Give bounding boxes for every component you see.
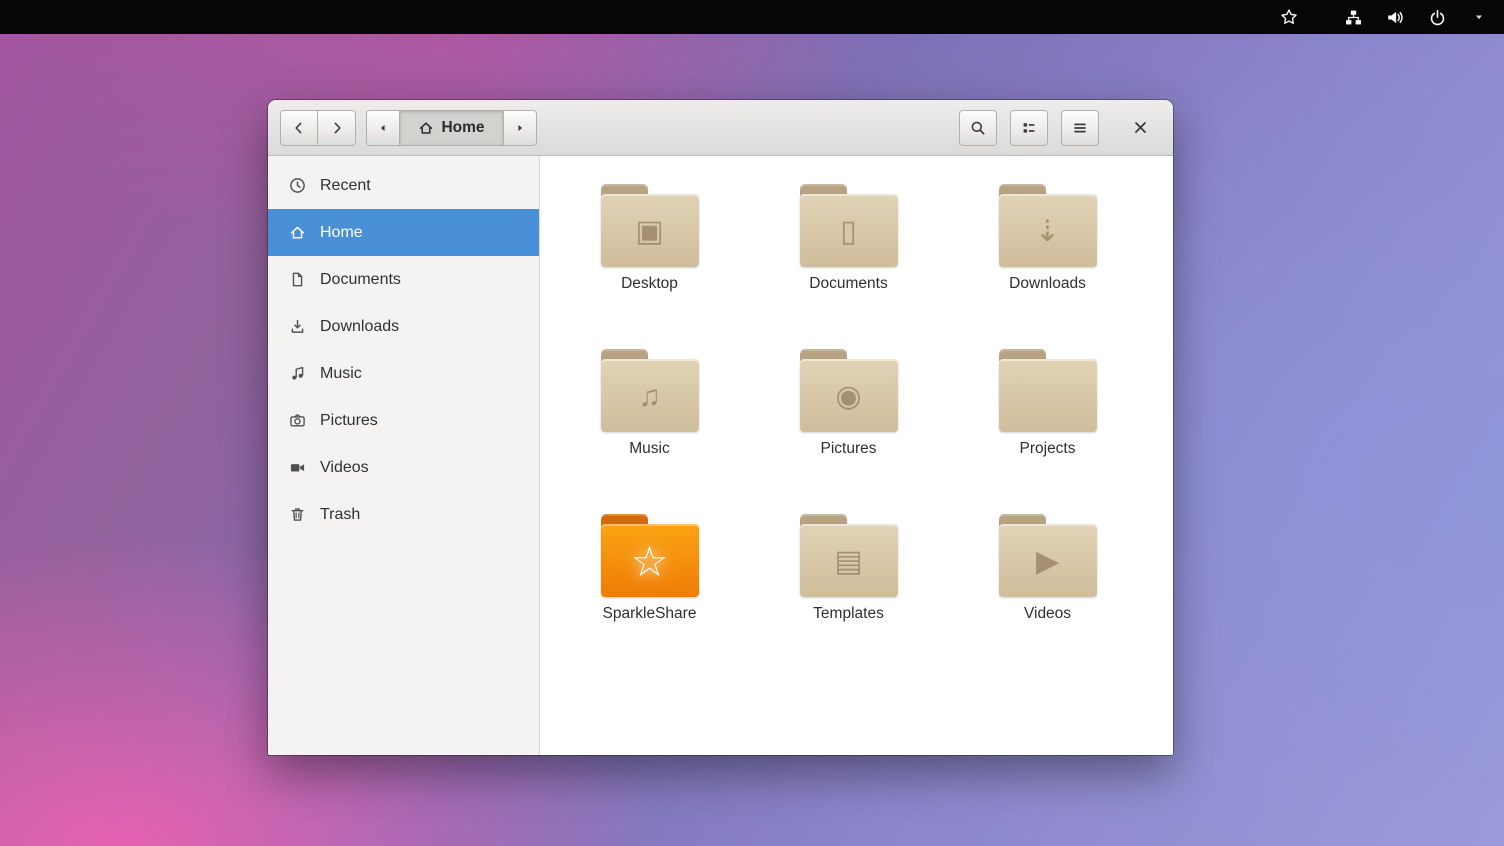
trash-icon [289,506,306,523]
sidebar-item-recent[interactable]: Recent [268,162,539,209]
folder-pictures[interactable]: ◉ Pictures [749,349,948,514]
desktop-wallpaper: Home [0,34,1504,846]
document-emblem-icon: ▯ [797,200,901,264]
forward-button[interactable] [318,110,356,146]
folder-label: Pictures [821,440,877,458]
folder-label: Desktop [621,275,678,293]
search-button[interactable] [959,110,997,146]
folder-label: Projects [1020,440,1076,458]
folder-icon: ▶ [996,514,1100,598]
sidebar-item-videos[interactable]: Videos [268,444,539,491]
folder-icon-orange: ☆ [598,514,702,598]
download-icon [289,318,306,335]
template-emblem-icon: ▤ [797,530,901,594]
sidebar-item-label: Videos [320,459,369,477]
sidebar-item-label: Documents [320,271,401,289]
music-emblem-icon: ♫ [598,365,702,429]
chevron-down-icon[interactable] [1470,8,1488,26]
folder-music[interactable]: ♫ Music [550,349,749,514]
menu-button[interactable] [1061,110,1099,146]
sidebar-item-pictures[interactable]: Pictures [268,397,539,444]
path-scroll-left-button[interactable] [366,110,400,146]
home-icon [289,224,306,241]
folder-label: Templates [813,605,884,623]
folder-templates[interactable]: ▤ Templates [749,514,948,679]
folder-projects[interactable]: Projects [948,349,1147,514]
folder-icon: ▯ [797,184,901,268]
folder-desktop[interactable]: ▣ Desktop [550,184,749,349]
path-current-label: Home [441,119,484,137]
music-note-icon [289,365,306,382]
path-scroll-right-button[interactable] [504,110,537,146]
star-emblem-icon: ☆ [598,530,702,594]
sidebar-item-label: Trash [320,506,360,524]
view-list-button[interactable] [1010,110,1048,146]
no-emblem [996,365,1100,429]
path-home-button[interactable]: Home [400,110,504,146]
network-icon[interactable] [1344,8,1362,26]
folder-label: SparkleShare [603,605,697,623]
favorites-star-icon[interactable] [1280,8,1298,26]
folder-grid: ▣ Desktop ▯ Documents [550,184,1173,679]
folder-sparkleshare[interactable]: ☆ SparkleShare [550,514,749,679]
camera-icon [289,412,306,429]
home-icon [418,120,434,136]
window-headerbar: Home [268,100,1173,156]
sidebar-item-music[interactable]: Music [268,350,539,397]
nav-button-group [280,110,356,146]
folder-icon: ♫ [598,349,702,433]
camera-emblem-icon: ◉ [797,365,901,429]
download-emblem-icon: ⇣ [996,200,1100,264]
folder-downloads[interactable]: ⇣ Downloads [948,184,1147,349]
folder-documents[interactable]: ▯ Documents [749,184,948,349]
power-icon[interactable] [1428,8,1446,26]
back-button[interactable] [280,110,318,146]
sidebar-item-downloads[interactable]: Downloads [268,303,539,350]
sidebar-item-label: Home [320,224,363,242]
sidebar-item-home[interactable]: Home [268,209,539,256]
folder-label: Videos [1024,605,1071,623]
document-icon [289,271,306,288]
folder-icon: ▤ [797,514,901,598]
sidebar-item-label: Recent [320,177,371,195]
video-emblem-icon: ▶ [996,530,1100,594]
headerbar-actions [946,110,1099,146]
sidebar-item-trash[interactable]: Trash [268,491,539,538]
path-bar: Home [366,110,537,146]
folder-label: Downloads [1009,275,1086,293]
folder-label: Documents [809,275,887,293]
system-top-bar [0,0,1504,34]
volume-icon[interactable] [1386,8,1404,26]
folder-label: Music [629,440,669,458]
sidebar-item-documents[interactable]: Documents [268,256,539,303]
sidebar-item-label: Downloads [320,318,399,336]
folder-icon: ◉ [797,349,901,433]
sidebar-item-label: Pictures [320,412,378,430]
clock-icon [289,177,306,194]
file-manager-window: Home [268,100,1173,755]
desktop-emblem-icon: ▣ [598,200,702,264]
folder-icon [996,349,1100,433]
close-window-button[interactable] [1123,111,1157,145]
video-camera-icon [289,459,306,476]
places-sidebar: Recent Home Documents [268,156,540,755]
sidebar-item-label: Music [320,365,362,383]
folder-icon: ▣ [598,184,702,268]
file-view: ▣ Desktop ▯ Documents [540,156,1173,755]
folder-videos[interactable]: ▶ Videos [948,514,1147,679]
folder-icon: ⇣ [996,184,1100,268]
